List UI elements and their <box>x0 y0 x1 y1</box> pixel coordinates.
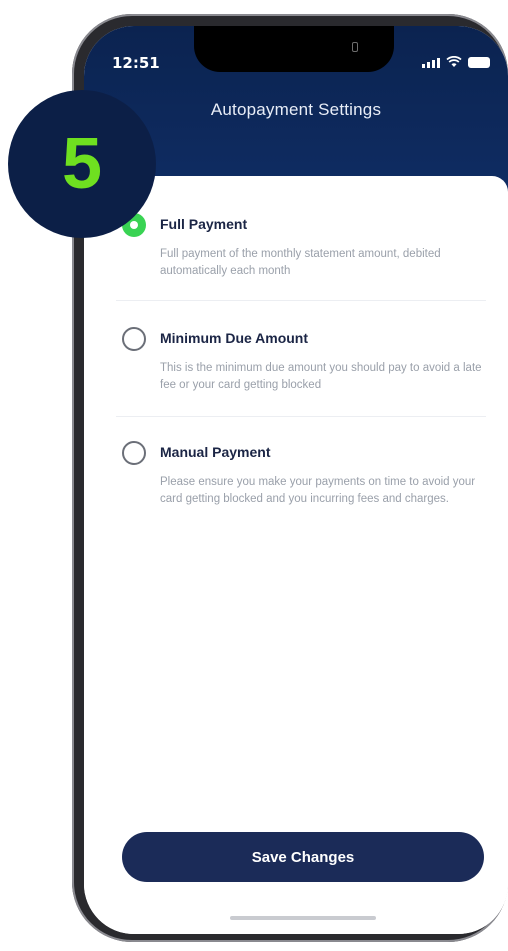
notch <box>194 26 394 72</box>
option-title: Manual Payment <box>160 444 271 460</box>
option-title: Full Payment <box>160 216 248 232</box>
divider <box>116 416 486 417</box>
option-title: Minimum Due Amount <box>160 330 309 346</box>
options-card: Full Payment Full payment of the monthly… <box>84 176 508 934</box>
radio-manual-payment[interactable] <box>122 441 146 465</box>
step-badge: 5 <box>8 90 156 238</box>
option-description: Please ensure you make your payments on … <box>160 476 476 505</box>
step-number: 5 <box>61 124 103 204</box>
page-title: Autopayment Settings <box>210 100 382 119</box>
save-changes-button[interactable]: Save Changes <box>122 832 484 882</box>
battery-icon <box>468 57 490 68</box>
status-time: 12:51 <box>112 54 160 72</box>
wifi-icon <box>446 56 462 67</box>
signal-icon <box>422 58 440 68</box>
home-indicator[interactable] <box>230 916 376 920</box>
option-description: Full payment of the monthly statement am… <box>160 248 441 277</box>
camera-icon <box>352 42 358 52</box>
option-description: This is the minimum due amount you shoul… <box>160 362 482 391</box>
status-icons <box>422 56 490 68</box>
divider <box>116 300 486 301</box>
radio-minimum-due[interactable] <box>122 327 146 351</box>
